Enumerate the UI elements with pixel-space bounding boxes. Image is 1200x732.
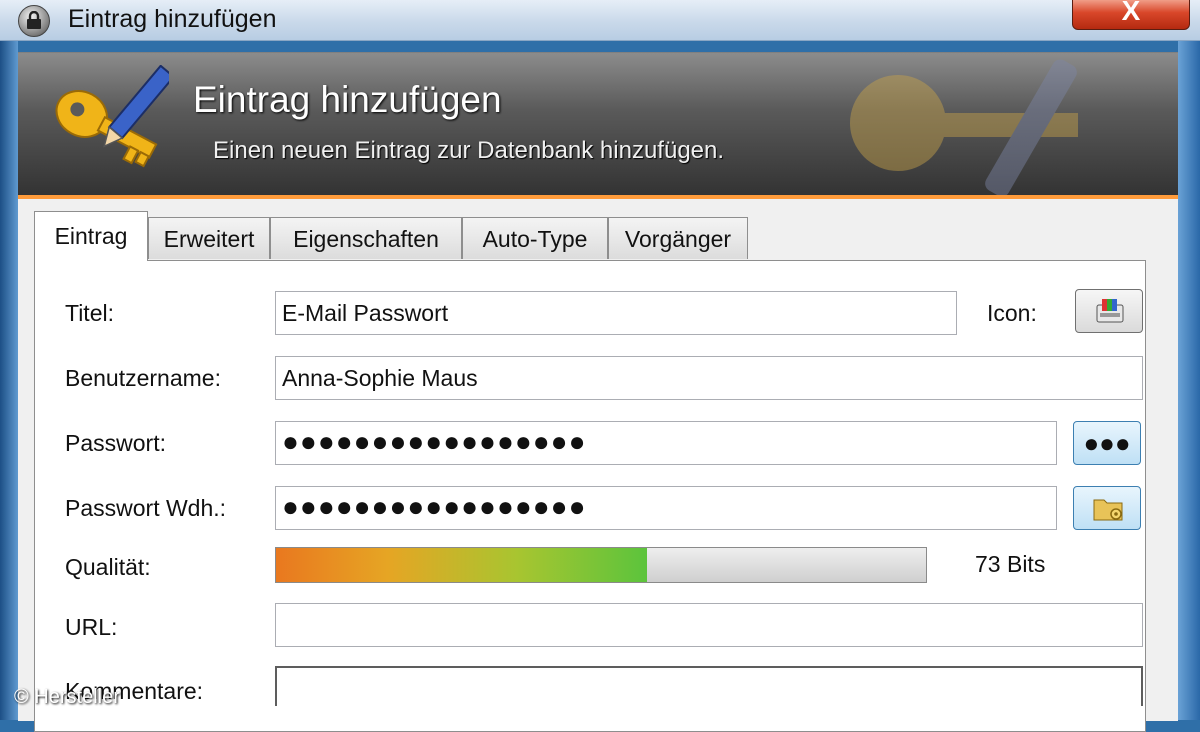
tab-panel-eintrag: Titel: E-Mail Passwort Icon: Benutzernam… [34,260,1146,732]
generate-password-button[interactable] [1073,486,1141,530]
url-label: URL: [65,614,118,640]
header-banner: Eintrag hinzufügen Einen neuen Eintrag z… [18,53,1178,199]
close-button[interactable]: X [1072,0,1190,30]
dialog-window: Eintrag hinzufügen Einen neuen Eintrag z… [18,52,1178,732]
password-repeat-label: Passwort Wdh.: [65,495,227,521]
comments-textarea[interactable] [275,666,1143,706]
lock-icon [18,5,50,37]
banner-watermark-key-icon [818,53,1118,195]
title-input[interactable]: E-Mail Passwort [275,291,957,335]
tab-erweitert[interactable]: Erweitert [148,217,270,259]
password-input[interactable]: ●●●●●●●●●●●●●●●●● [275,421,1057,465]
image-credit: © Hersteller [14,686,120,708]
close-icon: X [1121,0,1141,26]
tab-eintrag[interactable]: Eintrag [34,211,148,261]
icon-picker-button[interactable] [1075,289,1143,333]
quality-bar [275,547,927,583]
tab-vorgaenger[interactable]: Vorgänger [608,217,748,259]
title-label: Titel: [65,300,114,326]
quality-bar-fill [276,548,647,582]
quality-label: Qualität: [65,554,151,580]
tab-eigenschaften[interactable]: Eigenschaften [270,217,462,259]
banner-title: Eintrag hinzufügen [193,79,502,120]
title-bar[interactable]: Eintrag hinzufügen X [0,0,1200,41]
url-input[interactable] [275,603,1143,647]
window-title: Eintrag hinzufügen [68,5,277,33]
quality-bits-text: 73 Bits [975,551,1046,577]
password-dots-icon: ●●● [1083,428,1131,458]
icon-label: Icon: [987,300,1037,326]
tab-auto-type[interactable]: Auto-Type [462,217,608,259]
desktop-edge-right [1178,0,1200,720]
folder-gear-icon [1093,499,1123,521]
password-repeat-input[interactable]: ●●●●●●●●●●●●●●●●● [275,486,1057,530]
username-input[interactable]: Anna-Sophie Maus [275,356,1143,400]
username-label: Benutzername: [65,365,221,391]
show-password-button[interactable]: ●●● [1073,421,1141,465]
banner-subtitle: Einen neuen Eintrag zur Datenbank hinzuf… [213,137,725,164]
palette-icon [1096,299,1124,323]
desktop-edge-left [0,0,18,720]
password-label: Passwort: [65,430,166,456]
key-pencil-icon [44,64,176,188]
